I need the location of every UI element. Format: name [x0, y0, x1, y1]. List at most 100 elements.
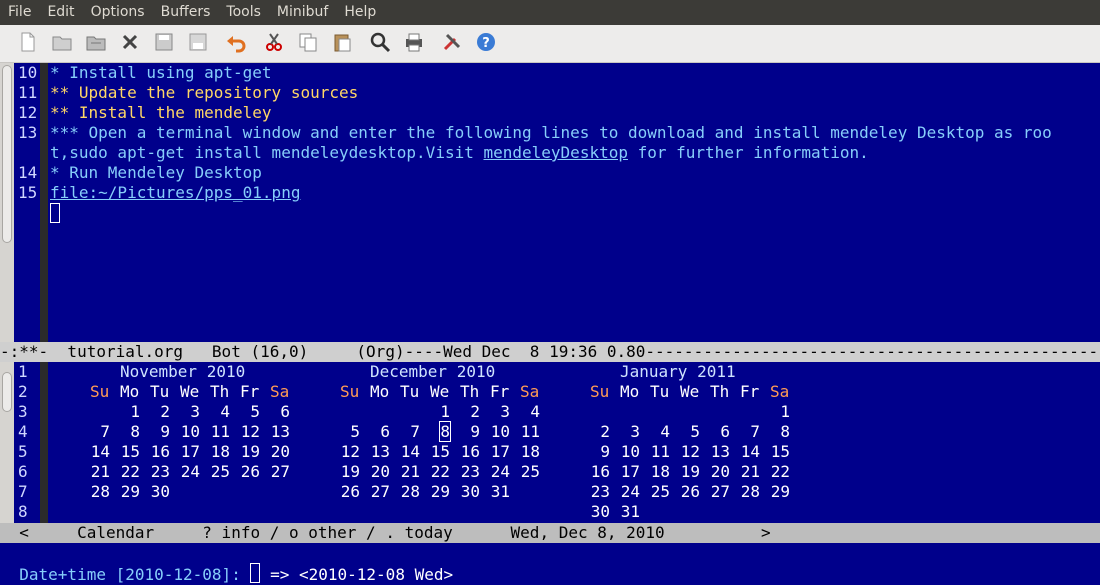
open-directory-button[interactable]	[84, 32, 108, 56]
minibuffer[interactable]: Date+time [2010-12-08]: => <2010-12-08 W…	[0, 543, 1100, 584]
cut-button[interactable]	[262, 32, 286, 56]
calendar-day[interactable]: 8	[760, 422, 790, 442]
calendar-day[interactable]: 4	[200, 402, 230, 422]
calendar-day[interactable]: 15	[760, 442, 790, 462]
calendar-day[interactable]: 17	[610, 462, 640, 482]
calendar-day[interactable]: 14	[730, 442, 760, 462]
calendar-day[interactable]: 18	[640, 462, 670, 482]
menu-file[interactable]: File	[0, 0, 39, 25]
calendar-day[interactable]: 20	[700, 462, 730, 482]
calendar-day-selected[interactable]: 8	[439, 421, 451, 442]
calendar-day[interactable]: 3	[170, 402, 200, 422]
calendar-day[interactable]: 25	[510, 462, 540, 482]
calendar-day[interactable]: 4	[640, 422, 670, 442]
calendar-day[interactable]: 22	[760, 462, 790, 482]
calendar-day[interactable]: 14	[80, 442, 110, 462]
calendar-day[interactable]: 30	[580, 502, 610, 522]
print-button[interactable]	[402, 32, 426, 56]
calendar-day[interactable]: 25	[200, 462, 230, 482]
calendar-day[interactable]: 24	[480, 462, 510, 482]
menu-options[interactable]: Options	[83, 0, 153, 25]
undo-button[interactable]	[224, 32, 248, 56]
calendar-day[interactable]: 20	[360, 462, 390, 482]
calendar-day[interactable]: 24	[170, 462, 200, 482]
calendar-day[interactable]: 2	[140, 402, 170, 422]
search-button[interactable]	[368, 32, 392, 56]
calendar-day[interactable]: 18	[200, 442, 230, 462]
calendar-day[interactable]: 2	[450, 402, 480, 422]
calendar-day[interactable]: 17	[170, 442, 200, 462]
calendar-day[interactable]: 22	[110, 462, 140, 482]
calendar-day[interactable]: 29	[420, 482, 450, 502]
calendar-day[interactable]: 16	[580, 462, 610, 482]
calendar-day[interactable]: 30	[140, 482, 170, 502]
calendar-day[interactable]: 8	[420, 421, 451, 442]
calendar-day[interactable]: 26	[670, 482, 700, 502]
calendar-day[interactable]: 27	[360, 482, 390, 502]
calendar-day[interactable]: 24	[610, 482, 640, 502]
close-buffer-button[interactable]	[118, 32, 142, 56]
editor-scrollbar-thumb[interactable]	[2, 65, 12, 243]
calendar-day[interactable]: 27	[260, 462, 290, 482]
calendar-day[interactable]: 28	[730, 482, 760, 502]
calendar-day[interactable]: 12	[670, 442, 700, 462]
calendar-day[interactable]: 30	[450, 482, 480, 502]
calendar-day[interactable]: 21	[390, 462, 420, 482]
open-file-button[interactable]	[50, 32, 74, 56]
editor-scrollbar[interactable]	[0, 63, 14, 342]
calendar-day[interactable]: 6	[700, 422, 730, 442]
calendar-day[interactable]: 22	[420, 462, 450, 482]
calendar-day[interactable]: 19	[330, 462, 360, 482]
calendar-day[interactable]: 1	[760, 402, 790, 422]
link-mendeley[interactable]: mendeleyDesktop	[483, 143, 628, 162]
menu-tools[interactable]: Tools	[218, 0, 269, 25]
editor-pane[interactable]: 10 * Install using apt-get 11 ** Update the…	[18, 63, 1098, 342]
calendar-day[interactable]: 28	[390, 482, 420, 502]
calendar-day[interactable]: 9	[140, 422, 170, 442]
help-button[interactable]: ?	[474, 32, 498, 56]
calendar-day[interactable]: 31	[480, 482, 510, 502]
calendar-day[interactable]: 19	[670, 462, 700, 482]
menu-minibuf[interactable]: Minibuf	[269, 0, 336, 25]
calendar-day[interactable]: 29	[110, 482, 140, 502]
calendar-day[interactable]: 29	[760, 482, 790, 502]
minibuffer-cursor[interactable]	[250, 563, 261, 583]
calendar-pane[interactable]: 1 2 3 4 5 6 7 8 November 2010 Su Mo Tu We Th Fr Sa 1 2 3 4 5…	[0, 362, 1100, 522]
calendar-day[interactable]: 14	[390, 442, 420, 462]
calendar-day[interactable]: 6	[260, 402, 290, 422]
calendar-day[interactable]: 13	[260, 422, 290, 442]
calendar-day[interactable]: 17	[480, 442, 510, 462]
calendar-day[interactable]: 16	[140, 442, 170, 462]
new-file-button[interactable]	[16, 32, 40, 56]
calendar-day[interactable]: 4	[510, 402, 540, 422]
calendar-day[interactable]: 25	[640, 482, 670, 502]
calendar-day[interactable]: 21	[730, 462, 760, 482]
calendar-day[interactable]: 11	[510, 422, 540, 442]
calendar-day[interactable]: 2	[580, 422, 610, 442]
calendar-day[interactable]: 12	[230, 422, 260, 442]
menu-buffers[interactable]: Buffers	[153, 0, 219, 25]
paste-button[interactable]	[330, 32, 354, 56]
calendar-day[interactable]: 23	[580, 482, 610, 502]
calendar-day[interactable]: 21	[80, 462, 110, 482]
calendar-day[interactable]: 10	[170, 422, 200, 442]
calendar-day[interactable]: 6	[360, 422, 390, 442]
preferences-button[interactable]	[440, 32, 464, 56]
calendar-day[interactable]: 7	[390, 422, 420, 442]
calendar-day[interactable]: 26	[330, 482, 360, 502]
calendar-day[interactable]: 16	[450, 442, 480, 462]
calendar-day[interactable]: 5	[230, 402, 260, 422]
copy-button[interactable]	[296, 32, 320, 56]
calendar-day[interactable]: 18	[510, 442, 540, 462]
calendar-day[interactable]: 15	[110, 442, 140, 462]
calendar-day[interactable]: 9	[450, 422, 480, 442]
calendar-day[interactable]: 15	[420, 442, 450, 462]
calendar-day[interactable]: 12	[330, 442, 360, 462]
calendar-day[interactable]: 20	[260, 442, 290, 462]
calendar-day[interactable]: 23	[450, 462, 480, 482]
menu-edit[interactable]: Edit	[39, 0, 82, 25]
calendar-day[interactable]: 8	[110, 422, 140, 442]
calendar-day[interactable]: 11	[200, 422, 230, 442]
calendar-day[interactable]: 31	[610, 502, 640, 522]
menu-help[interactable]: Help	[336, 0, 384, 25]
